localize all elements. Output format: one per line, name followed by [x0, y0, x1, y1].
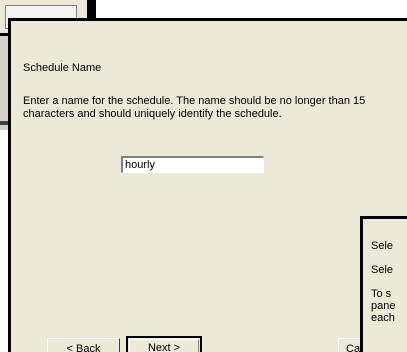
overlapping-dialog: Sele Sele To s pane each: [360, 216, 407, 352]
back-button[interactable]: < Back: [47, 338, 120, 352]
schedule-name-description: Enter a name for the schedule. The name …: [23, 95, 366, 120]
overlapping-dialog-text-2: Sele: [371, 264, 394, 276]
overlapping-dialog-text-5: each: [371, 312, 395, 324]
page-title: Schedule Name: [23, 62, 102, 74]
next-button-label: Next >: [129, 339, 199, 352]
overlapping-dialog-text-4: pane: [371, 300, 396, 312]
overlapping-dialog-text-1: Sele: [371, 240, 394, 252]
screen: Schedule Name Enter a name for the sched…: [0, 0, 407, 352]
overlapping-dialog-text-3: To s: [371, 288, 392, 300]
next-button[interactable]: Next >: [126, 336, 202, 352]
window-border-fragment: [90, 0, 96, 20]
schedule-name-input[interactable]: [121, 156, 264, 173]
